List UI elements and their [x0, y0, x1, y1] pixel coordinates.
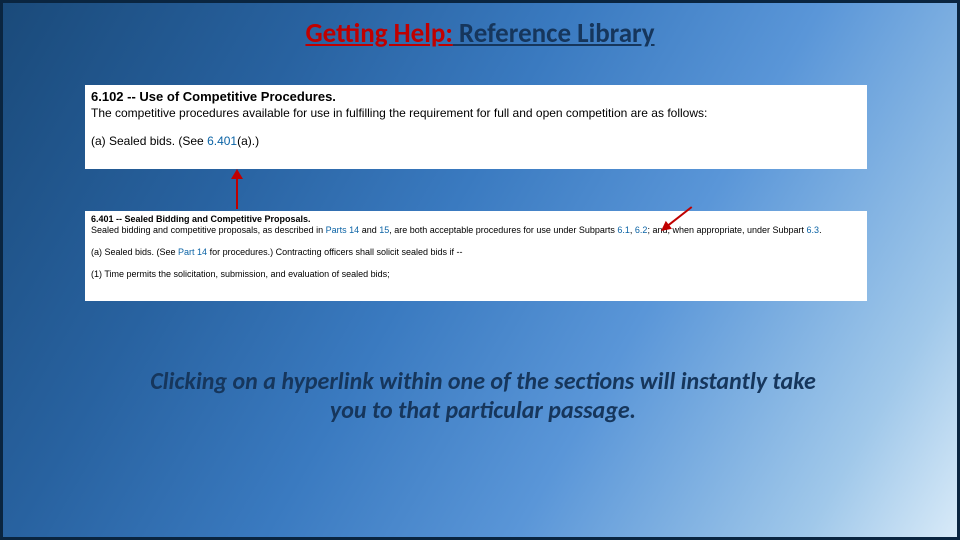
panel2-link-part14[interactable]: Part 14 [178, 247, 207, 257]
panel2-link-parts14[interactable]: Parts 14 [326, 225, 360, 235]
panel2-link-61[interactable]: 6.1 [617, 225, 630, 235]
panel2-heading: 6.401 -- Sealed Bidding and Competitive … [85, 211, 867, 224]
title-part-1: Getting Help: [305, 17, 452, 50]
panel2-link-15[interactable]: 15 [379, 225, 389, 235]
panel1-text: The competitive procedures available for… [85, 104, 867, 130]
panel2-item-a-post: for procedures.) Contracting officers sh… [207, 247, 462, 257]
panel1-link-6401[interactable]: 6.401 [207, 134, 237, 148]
panel2-item-a: (a) Sealed bids. (See Part 14 for proced… [85, 245, 867, 267]
slide-caption: Clicking on a hyperlink within one of th… [133, 367, 833, 426]
slide: Getting Help: Reference Library 6.102 --… [0, 0, 960, 540]
arrow-icon [231, 169, 243, 209]
reference-panel-2: 6.401 -- Sealed Bidding and Competitive … [85, 211, 867, 301]
slide-title: Getting Help: Reference Library [3, 17, 957, 50]
panel2-text-mid2: , are both acceptable procedures for use… [389, 225, 617, 235]
panel1-item-a: (a) Sealed bids. (See 6.401(a).) [85, 130, 867, 152]
panel2-item-1: (1) Time permits the solicitation, submi… [85, 267, 867, 289]
panel2-text-post: . [819, 225, 822, 235]
panel2-item-a-pre: (a) Sealed bids. (See [91, 247, 178, 257]
panel2-text: Sealed bidding and competitive proposals… [85, 224, 867, 245]
reference-panel-1: 6.102 -- Use of Competitive Procedures. … [85, 85, 867, 169]
panel2-text-mid4: ; and, when appropriate, under Subpart [647, 225, 806, 235]
panel2-link-62[interactable]: 6.2 [635, 225, 648, 235]
panel2-link-63[interactable]: 6.3 [807, 225, 820, 235]
panel1-item-a-post: (a).) [237, 134, 259, 148]
panel1-heading: 6.102 -- Use of Competitive Procedures. [85, 85, 867, 104]
panel2-text-pre: Sealed bidding and competitive proposals… [91, 225, 326, 235]
panel2-text-mid1: and [359, 225, 379, 235]
title-part-2: Reference Library [453, 17, 655, 50]
panel1-item-a-pre: (a) Sealed bids. (See [91, 134, 207, 148]
